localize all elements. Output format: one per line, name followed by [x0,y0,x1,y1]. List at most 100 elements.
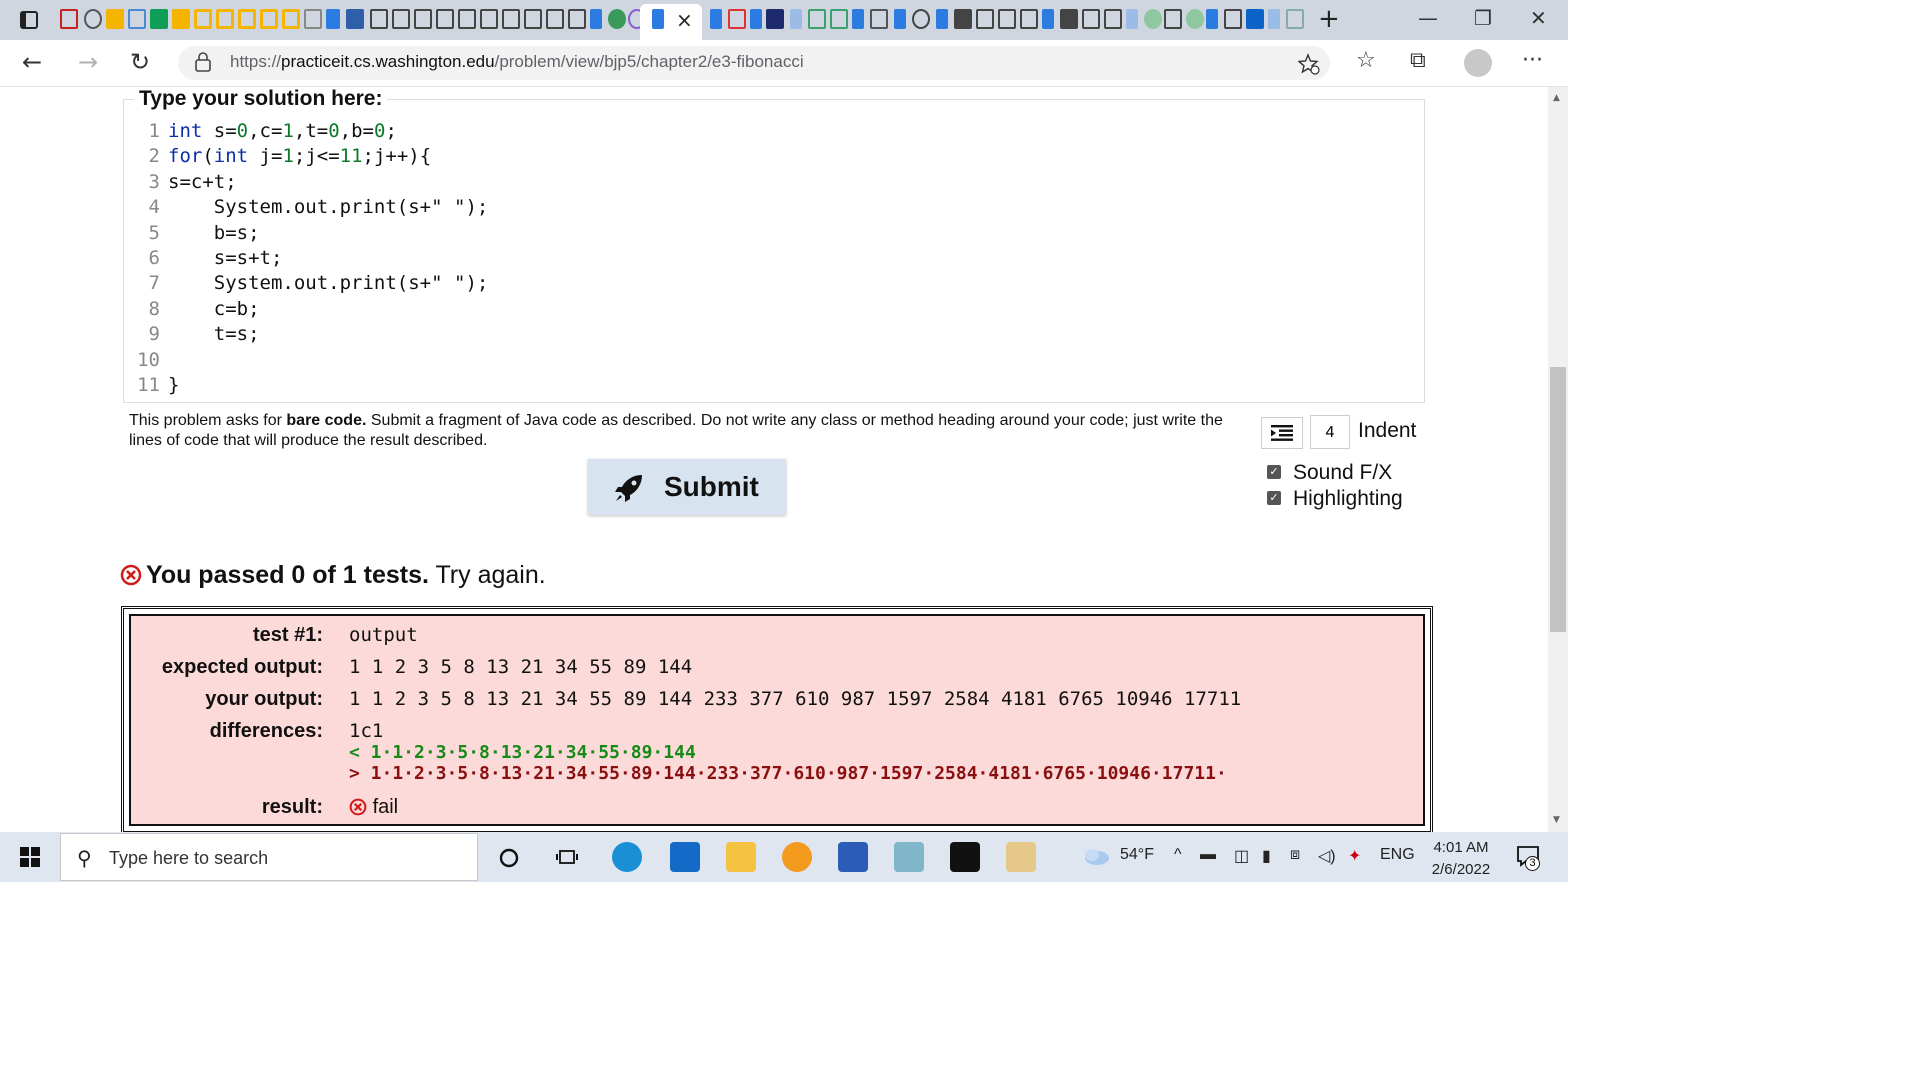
page-tab-icon[interactable] [502,9,520,29]
cortana-icon[interactable] [498,847,520,869]
lock-icon[interactable] [194,52,212,72]
tab-icon[interactable] [954,9,972,29]
code-line[interactable]: s=s+t; [168,246,488,271]
page-tab-icon[interactable] [392,9,410,29]
paint-icon[interactable] [1006,842,1036,872]
new-tab-button[interactable]: + [1318,4,1340,34]
tray-overflow-icon[interactable]: ^ [1174,846,1182,864]
weather-temp[interactable]: 54°F [1120,846,1154,864]
microphone-icon[interactable]: ▮ [1262,846,1271,866]
bing-tab-icon[interactable] [326,9,340,29]
back-button[interactable]: ← [22,48,42,76]
code-line[interactable]: int s=0,c=1,t=0,b=0; [168,119,488,144]
submit-button[interactable]: Submit [588,459,786,515]
volume-icon[interactable]: ◁) [1318,846,1336,866]
slides-tab-icon[interactable] [282,9,300,29]
task-view-icon[interactable] [556,846,578,868]
app-icon[interactable] [894,842,924,872]
language-indicator[interactable]: ENG [1380,846,1415,864]
app-icon[interactable] [782,842,812,872]
bing-tab-icon[interactable] [710,9,722,29]
code-line[interactable]: System.out.print(s+" "); [168,271,489,296]
slides-tab-icon[interactable] [216,9,234,29]
code-line[interactable]: } [168,373,488,398]
tab-icon[interactable] [1286,9,1304,29]
java-tab-icon[interactable] [346,9,364,29]
code-line[interactable] [168,348,488,373]
page-tab-icon[interactable] [458,9,476,29]
page-tab-icon[interactable] [480,9,498,29]
code-line[interactable]: c=b; [168,297,488,322]
bing-tab-icon[interactable] [894,9,906,29]
code-line[interactable]: for(int j=1;j<=11;j++){ [168,144,488,169]
star-tab-icon[interactable] [766,9,784,29]
page-tab-icon[interactable] [524,9,542,29]
word-icon[interactable] [838,842,868,872]
slides-tab-icon[interactable] [260,9,278,29]
tab-actions-icon[interactable] [20,11,38,29]
bing-tab-icon[interactable] [750,9,762,29]
tab-icon[interactable] [870,9,888,29]
notification-center-icon[interactable]: 3 [1516,844,1540,871]
page-tab-icon[interactable] [414,9,432,29]
add-favorite-icon[interactable] [1298,53,1320,75]
battery-icon[interactable]: ▬ [1200,846,1216,864]
tab-icon[interactable] [728,9,746,29]
bing-tab-icon[interactable] [590,9,602,29]
close-window-button[interactable]: ✕ [1530,6,1547,30]
bing-tab-icon[interactable] [1042,9,1054,29]
forward-button[interactable]: → [78,48,98,76]
pdf-tab-icon[interactable] [304,9,322,29]
code-line[interactable]: b=s; [168,221,488,246]
drive-tab-icon[interactable] [106,9,124,29]
bing-tab-icon[interactable] [936,9,948,29]
dropbox-icon[interactable]: ✦ [1348,846,1361,866]
windows-start-icon[interactable] [20,847,40,867]
tab-icon[interactable] [1060,9,1078,29]
page-tab-icon[interactable] [998,9,1016,29]
code-lines[interactable]: int s=0,c=1,t=0,b=0; for(int j=1;j<=11;j… [168,119,488,398]
page-tab-icon[interactable] [568,9,586,29]
page-tab-icon[interactable] [370,9,388,29]
page-tab-icon[interactable] [976,9,994,29]
tab-icon[interactable] [1186,9,1204,29]
network-icon[interactable]: ⧈ [1290,846,1300,864]
scrollbar-thumb[interactable] [1550,367,1566,632]
slides-tab-icon[interactable] [238,9,256,29]
page-tab-icon[interactable] [436,9,454,29]
close-tab-icon[interactable]: × [676,8,693,32]
collections-icon[interactable]: ⧉ [1410,48,1426,73]
scroll-down-arrow[interactable]: ▼ [1553,815,1560,825]
tab-icon[interactable] [830,9,848,29]
page-tab-icon[interactable] [1082,9,1100,29]
tab-icon[interactable] [1144,9,1162,29]
scroll-up-arrow[interactable]: ▲ [1553,93,1560,103]
bing-tab-icon[interactable] [1126,9,1138,29]
tab-icon[interactable] [808,9,826,29]
bing-tab-icon[interactable] [1206,9,1218,29]
sound-fx-checkbox[interactable]: ✓ [1267,465,1281,479]
page-tab-icon[interactable] [546,9,564,29]
github-tab-icon[interactable] [84,9,102,29]
outlook-tab-icon[interactable] [1246,9,1264,29]
bing-tab-icon[interactable] [790,9,802,29]
edge-icon[interactable] [612,842,642,872]
drive-tab-icon[interactable] [172,9,190,29]
app-icon[interactable] [670,842,700,872]
tab-icon[interactable] [128,9,146,29]
intellij-icon[interactable] [950,842,980,872]
code-line[interactable]: t=s; [168,322,488,347]
tab-icon[interactable] [608,9,626,29]
file-explorer-icon[interactable] [726,842,756,872]
meet-icon[interactable]: ◫ [1234,846,1249,866]
bing-tab-icon[interactable] [852,9,864,29]
page-scrollbar[interactable]: ▲ ▼ [1548,87,1568,832]
maximize-button[interactable]: ❐ [1474,6,1492,30]
slides-tab-icon[interactable] [194,9,212,29]
clock[interactable]: 4:01 AM 2/6/2022 [1424,837,1498,881]
page-tab-icon[interactable] [1020,9,1038,29]
page-tab-icon[interactable] [1104,9,1122,29]
tab-icon[interactable] [1224,9,1242,29]
favorites-icon[interactable]: ☆ [1356,48,1376,73]
more-menu-icon[interactable]: ··· [1522,48,1543,73]
